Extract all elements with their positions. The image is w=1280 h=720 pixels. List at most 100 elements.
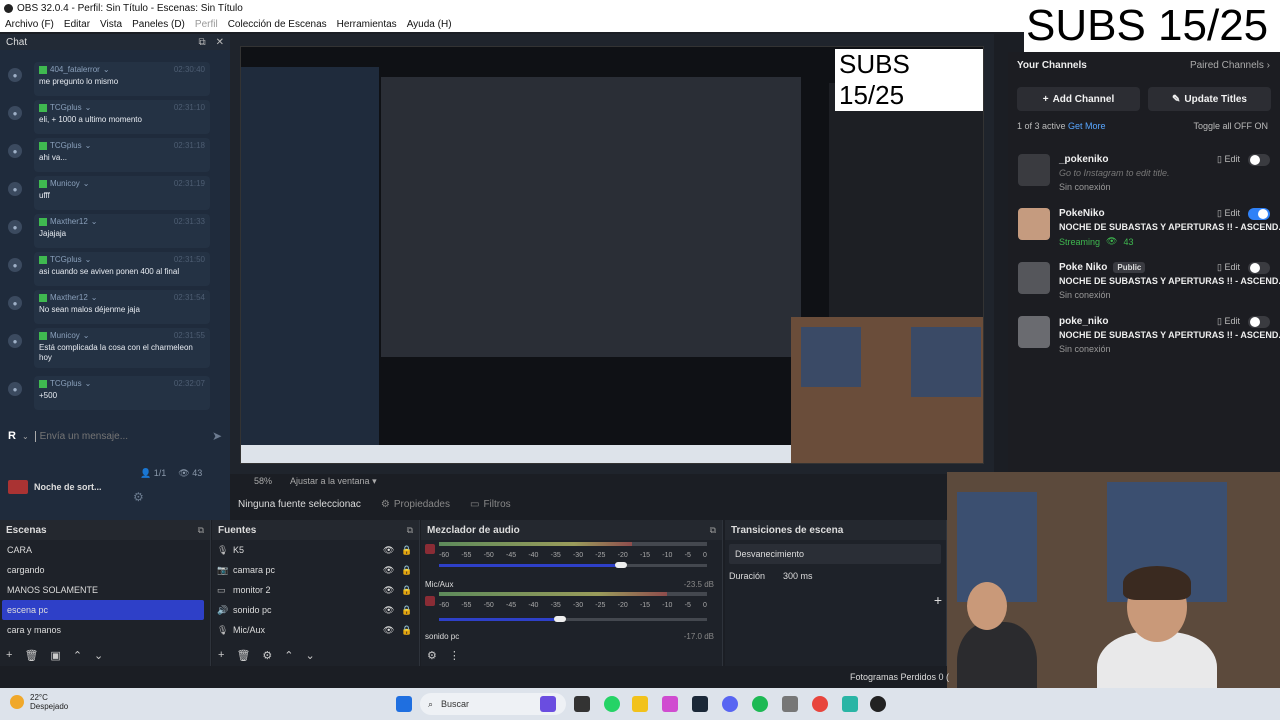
lock-icon[interactable]: 🔒: [401, 545, 419, 556]
chat-username[interactable]: Municoy: [50, 331, 80, 340]
edit-button[interactable]: ▯ Edit: [1217, 262, 1240, 273]
edit-button[interactable]: ▯ Edit: [1217, 154, 1240, 165]
volume-fader[interactable]: [439, 564, 622, 567]
menu-ayuda[interactable]: Ayuda (H): [402, 19, 457, 30]
chat-username[interactable]: Maxther12: [50, 293, 88, 302]
gear-icon[interactable]: ⚙: [133, 490, 144, 504]
fader-knob[interactable]: [615, 562, 628, 568]
fit-dropdown[interactable]: Ajustar a la ventana ▾: [290, 476, 377, 487]
close-icon[interactable]: ✕: [216, 37, 224, 48]
filters-button[interactable]: ▭ Filtros: [470, 499, 511, 510]
source-item[interactable]: ▭ monitor 2 👁 🔒: [212, 580, 419, 600]
add-icon[interactable]: +: [934, 592, 942, 608]
fader-knob[interactable]: [553, 616, 566, 622]
chat-username[interactable]: Maxther12: [50, 217, 88, 226]
properties-button[interactable]: ⚙ Propiedades: [381, 499, 450, 510]
discord-icon[interactable]: [722, 696, 738, 712]
steam-icon[interactable]: [692, 696, 708, 712]
gear-icon[interactable]: ⚙: [262, 649, 272, 662]
chat-identity[interactable]: R: [8, 430, 16, 442]
source-item[interactable]: 🎙 K5 👁 🔒: [212, 540, 419, 560]
app-icon[interactable]: [662, 696, 678, 712]
menu-vista[interactable]: Vista: [95, 19, 127, 30]
trash-icon[interactable]: 🗑: [24, 649, 38, 662]
task-view-icon[interactable]: [574, 696, 590, 712]
windows-start-icon[interactable]: [396, 696, 412, 712]
arrow-down-icon[interactable]: ⌄: [306, 649, 315, 662]
menu-paneles[interactable]: Paneles (D): [127, 19, 190, 30]
popout-icon[interactable]: ⧉: [198, 37, 205, 48]
send-icon[interactable]: ➤: [212, 429, 222, 443]
source-item[interactable]: 📷 camara pc 👁 🔒: [212, 560, 419, 580]
app-icon[interactable]: [842, 696, 858, 712]
popout-icon[interactable]: ⧉: [710, 525, 716, 536]
chat-username[interactable]: Municoy: [50, 179, 80, 188]
add-channel-button[interactable]: + Add Channel: [1017, 87, 1140, 111]
chrome-icon[interactable]: [812, 696, 828, 712]
copilot-icon[interactable]: [540, 696, 556, 712]
scene-item[interactable]: MANOS SOLAMENTE: [0, 580, 210, 600]
menu-herramientas[interactable]: Herramientas: [332, 19, 402, 30]
preview-canvas[interactable]: SUBS 15/25: [240, 46, 984, 464]
menu-editar[interactable]: Editar: [59, 19, 95, 30]
weather-widget[interactable]: 22°C Despejado: [10, 693, 68, 711]
trash-icon[interactable]: 🗑: [236, 649, 250, 662]
eye-icon[interactable]: 👁: [383, 585, 401, 596]
channel-toggle[interactable]: [1248, 262, 1270, 274]
lock-icon[interactable]: 🔒: [401, 565, 419, 576]
chat-username[interactable]: TCGplus: [50, 379, 82, 388]
volume-fader[interactable]: [439, 618, 560, 621]
zoom-level[interactable]: 58%: [254, 476, 272, 486]
channel-title[interactable]: NOCHE DE SUBASTAS Y APERTURAS !! - ASCEN…: [1059, 330, 1280, 340]
spotify-icon[interactable]: [752, 696, 768, 712]
source-item[interactable]: 🔊 sonido pc 👁 🔒: [212, 600, 419, 620]
arrow-down-icon[interactable]: ⌄: [94, 649, 103, 662]
channel-title[interactable]: NOCHE DE SUBASTAS Y APERTURAS !! - ASCEN…: [1059, 276, 1280, 286]
filter-icon[interactable]: ▣: [50, 649, 60, 662]
eye-icon[interactable]: 👁: [383, 605, 401, 616]
chat-username[interactable]: 404_fatalerror: [50, 65, 100, 74]
channel-toggle[interactable]: [1248, 316, 1270, 328]
edit-button[interactable]: ▯ Edit: [1217, 316, 1240, 327]
lock-icon[interactable]: 🔒: [401, 605, 419, 616]
arrow-up-icon[interactable]: ⌃: [284, 649, 293, 662]
toggle-all-button[interactable]: Toggle all OFF: [1193, 121, 1252, 131]
add-icon[interactable]: +: [6, 649, 12, 661]
arrow-up-icon[interactable]: ⌃: [73, 649, 82, 662]
mute-icon[interactable]: [425, 544, 435, 554]
chat-message-input[interactable]: [34, 430, 206, 442]
eye-icon[interactable]: 👁: [383, 545, 401, 556]
eye-icon[interactable]: 👁: [383, 565, 401, 576]
source-item[interactable]: 🎙 Mic/Aux 👁 🔒: [212, 620, 419, 640]
update-titles-button[interactable]: ✎ Update Titles: [1148, 87, 1271, 111]
chat-username[interactable]: TCGplus: [50, 103, 82, 112]
gear-icon[interactable]: ⚙: [427, 649, 437, 662]
scene-item[interactable]: CARA: [0, 540, 210, 560]
scene-item[interactable]: cara y manos: [0, 620, 210, 640]
menu-coleccion[interactable]: Colección de Escenas: [223, 19, 332, 30]
whatsapp-icon[interactable]: [604, 696, 620, 712]
transition-select[interactable]: Desvanecimiento: [729, 544, 941, 564]
duration-input[interactable]: 300 ms: [783, 571, 813, 581]
channel-title[interactable]: NOCHE DE SUBASTAS Y APERTURAS !! - ASCEN…: [1059, 222, 1280, 232]
obs-taskbar-icon[interactable]: [870, 696, 886, 712]
edit-button[interactable]: ▯ Edit: [1217, 208, 1240, 219]
mute-icon[interactable]: [425, 596, 435, 606]
explorer-icon[interactable]: [632, 696, 648, 712]
scene-item-selected[interactable]: escena pc: [2, 600, 204, 620]
chat-username[interactable]: TCGplus: [50, 255, 82, 264]
paired-channels-link[interactable]: Paired Channels ›: [1190, 60, 1270, 71]
get-more-link[interactable]: Get More: [1068, 121, 1106, 131]
popout-icon[interactable]: ⧉: [198, 525, 204, 536]
channel-toggle[interactable]: [1248, 208, 1270, 220]
add-icon[interactable]: +: [218, 649, 224, 661]
scene-item[interactable]: cargando: [0, 560, 210, 580]
chat-username[interactable]: TCGplus: [50, 141, 82, 150]
lock-icon[interactable]: 🔒: [401, 625, 419, 636]
eye-icon[interactable]: 👁: [383, 625, 401, 636]
lock-icon[interactable]: 🔒: [401, 585, 419, 596]
chevron-down-icon[interactable]: ⌄: [22, 432, 29, 441]
toggle-on-button[interactable]: ON: [1255, 121, 1269, 131]
menu-archivo[interactable]: Archivo (F): [0, 19, 59, 30]
channel-title[interactable]: Go to Instagram to edit title.: [1059, 168, 1170, 178]
